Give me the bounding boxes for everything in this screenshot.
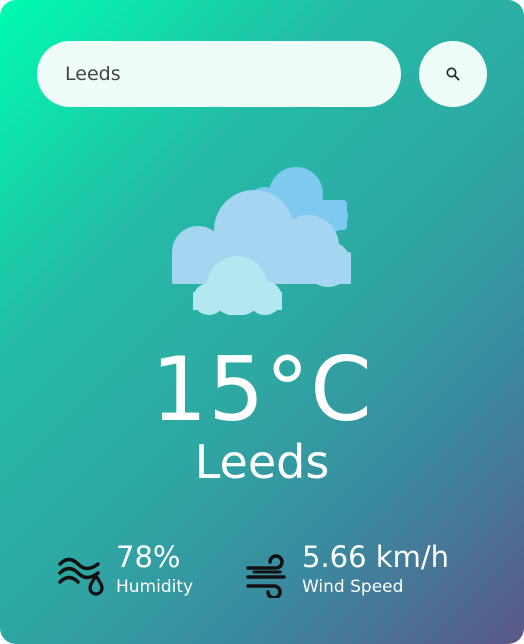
wind-detail: 5.66 km/h Wind Speed bbox=[244, 538, 449, 598]
search-field[interactable] bbox=[37, 41, 401, 107]
clouds-icon bbox=[172, 167, 351, 315]
humidity-label: Humidity bbox=[116, 577, 194, 597]
humidity-value: 78% bbox=[116, 540, 181, 574]
temperature: 15°C bbox=[151, 338, 373, 441]
humidity-detail: 78% Humidity bbox=[58, 538, 193, 598]
humidity-icon bbox=[58, 557, 104, 596]
wind-label: Wind Speed bbox=[302, 577, 404, 597]
wind-icon bbox=[246, 554, 286, 598]
search-button[interactable] bbox=[419, 41, 487, 107]
wind-value: 5.66 km/h bbox=[302, 540, 449, 574]
weather-card: 15°C Leeds 78% Humidity 5.66 km/h Wind S… bbox=[0, 0, 524, 644]
search-icon bbox=[446, 67, 460, 81]
city-name: Leeds bbox=[194, 435, 330, 489]
search-input[interactable] bbox=[65, 63, 375, 85]
